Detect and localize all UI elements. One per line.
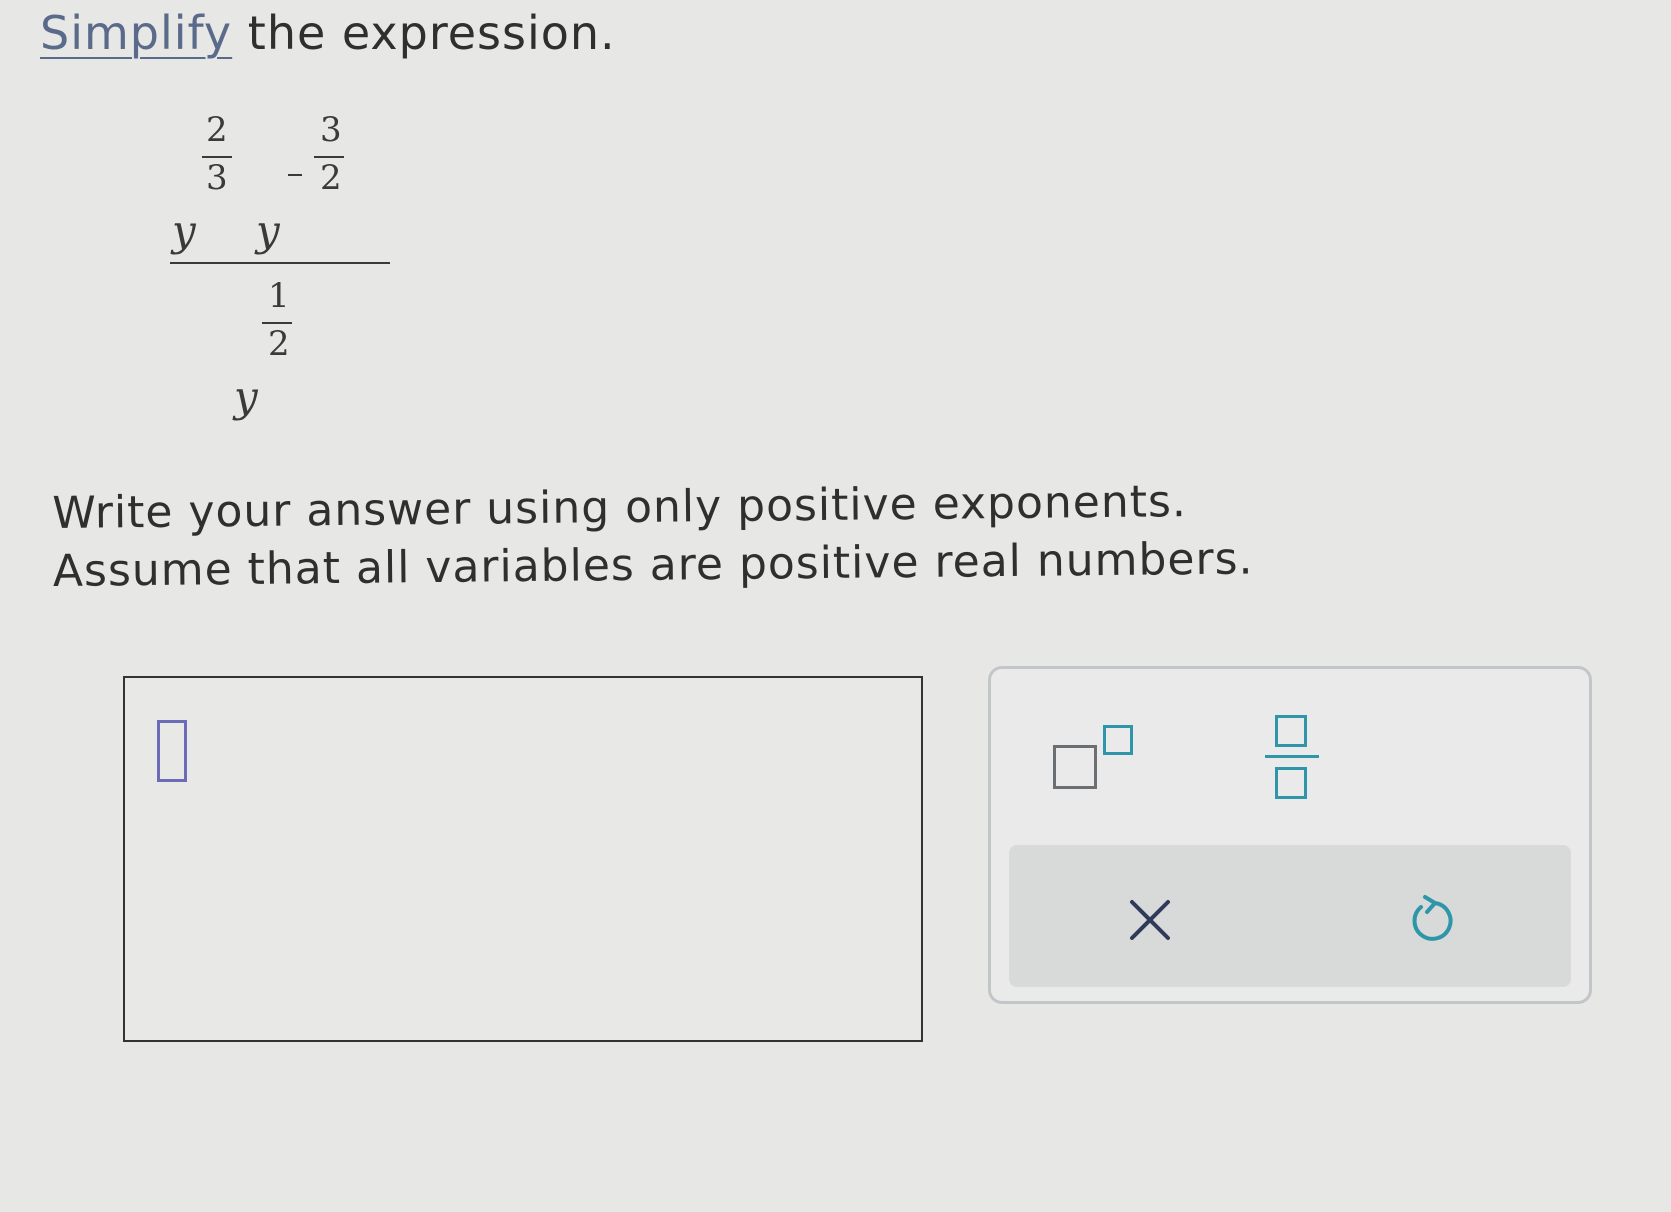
problem-prompt: Simplify the expression. bbox=[40, 6, 616, 60]
input-cursor-placeholder[interactable] bbox=[157, 720, 187, 782]
exp1-denominator: 3 bbox=[206, 158, 228, 198]
simplify-link[interactable]: Simplify bbox=[40, 6, 232, 60]
action-bar bbox=[1009, 845, 1571, 987]
main-fraction-bar bbox=[170, 262, 390, 264]
clear-icon[interactable] bbox=[1127, 897, 1173, 943]
exp1-numerator: 2 bbox=[206, 110, 228, 150]
undo-icon[interactable] bbox=[1405, 893, 1457, 945]
denominator-base: y bbox=[234, 372, 258, 421]
numerator-base-1: y bbox=[172, 206, 196, 255]
numerator-base-2: y bbox=[256, 206, 280, 255]
superscript-button[interactable] bbox=[1053, 725, 1137, 791]
exp2-numerator: 3 bbox=[320, 110, 342, 150]
fraction-button[interactable] bbox=[1261, 715, 1323, 805]
math-expression: 2 3 y 3 2 y 1 2 y bbox=[150, 110, 450, 450]
denominator-exp-denominator: 2 bbox=[268, 324, 290, 364]
denominator-exp-numerator: 1 bbox=[268, 276, 290, 316]
instruction-line-2: Assume that all variables are positive r… bbox=[52, 533, 1254, 597]
exp2-minus-sign bbox=[288, 174, 302, 176]
instructions: Write your answer using only positive ex… bbox=[52, 472, 1254, 601]
prompt-text: the expression. bbox=[247, 6, 616, 60]
math-toolbar bbox=[988, 666, 1592, 1004]
answer-input[interactable] bbox=[123, 676, 923, 1042]
exp2-denominator: 2 bbox=[320, 158, 342, 198]
